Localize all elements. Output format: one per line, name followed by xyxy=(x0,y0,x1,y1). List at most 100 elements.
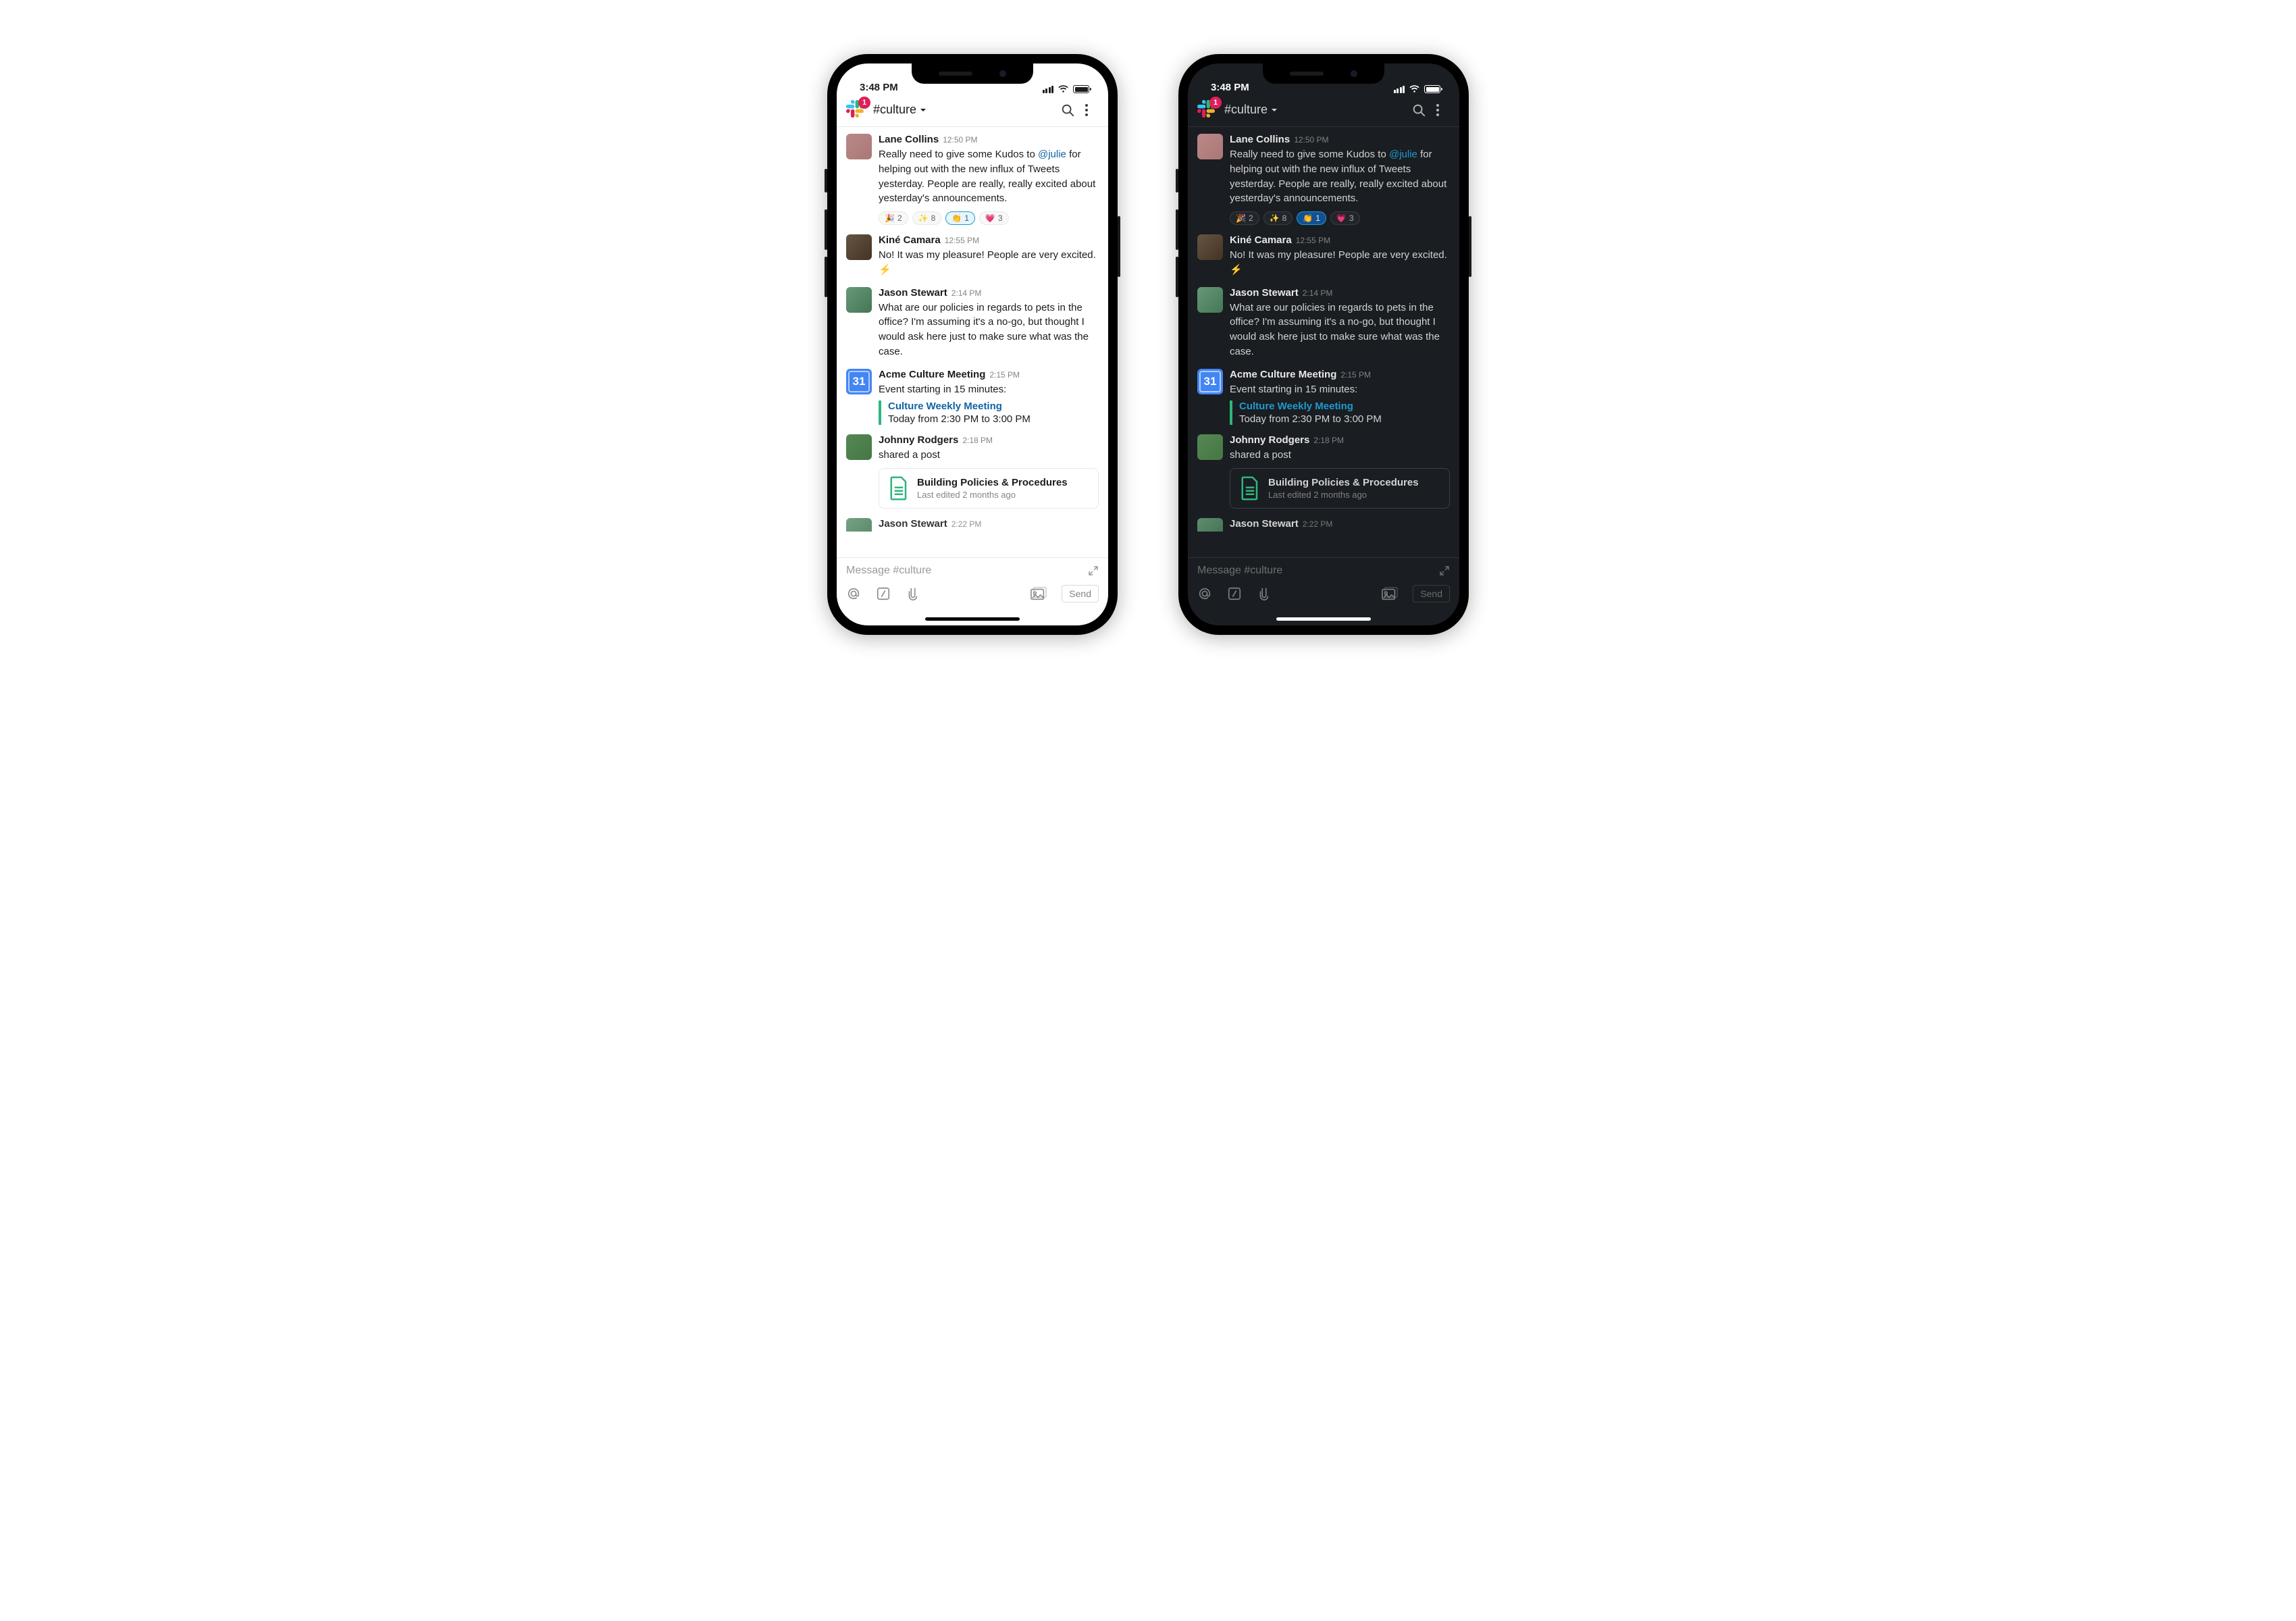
reaction[interactable]: ✨8 xyxy=(912,211,942,225)
timestamp: 2:22 PM xyxy=(1303,519,1333,529)
reaction[interactable]: 🎉2 xyxy=(1230,211,1259,225)
expand-icon[interactable] xyxy=(1088,565,1099,576)
battery-icon xyxy=(1073,85,1089,93)
attach-file-icon[interactable] xyxy=(906,586,920,601)
timestamp: 2:22 PM xyxy=(951,519,982,529)
message-list[interactable]: Lane Collins12:50 PM Really need to give… xyxy=(837,127,1108,557)
timestamp: 2:15 PM xyxy=(989,370,1020,380)
send-button[interactable]: Send xyxy=(1413,585,1450,602)
message[interactable]: 31 Acme Culture Meeting2:15 PM Event sta… xyxy=(846,369,1099,426)
expand-icon[interactable] xyxy=(1439,565,1450,576)
photo-icon[interactable] xyxy=(1382,586,1398,601)
avatar[interactable] xyxy=(1197,234,1223,260)
message-body: shared a post xyxy=(1230,448,1450,463)
channel-name[interactable]: #culture xyxy=(873,103,1053,117)
message[interactable]: Lane Collins12:50 PM Really need to give… xyxy=(846,134,1099,225)
message[interactable]: Jason Stewart 2:22 PM xyxy=(846,518,1099,532)
composer: Message #culture Send xyxy=(837,557,1108,625)
message[interactable]: Jason Stewart2:22 PM xyxy=(1197,518,1450,532)
app-avatar-calendar[interactable]: 31 xyxy=(846,369,872,394)
message-body: What are our policies in regards to pets… xyxy=(879,301,1099,359)
timestamp: 2:18 PM xyxy=(1313,436,1344,445)
mention-icon[interactable] xyxy=(1197,586,1212,601)
avatar[interactable] xyxy=(846,234,872,260)
event-attachment[interactable]: Culture Weekly Meeting Today from 2:30 P… xyxy=(879,401,1099,425)
reaction[interactable]: 🎉2 xyxy=(879,211,908,225)
message[interactable]: Johnny Rodgers2:18 PM shared a post Buil… xyxy=(1197,434,1450,509)
search-icon[interactable] xyxy=(1411,103,1427,118)
message[interactable]: Jason Stewart2:14 PM What are our polici… xyxy=(846,287,1099,359)
avatar[interactable] xyxy=(1197,518,1223,532)
avatar[interactable] xyxy=(846,134,872,159)
message-input[interactable]: Message #culture xyxy=(846,565,931,577)
message[interactable]: Kiné Camara12:55 PM No! It was my pleasu… xyxy=(846,234,1099,278)
app-avatar-calendar[interactable]: 31 xyxy=(1197,369,1223,394)
wifi-icon xyxy=(1058,85,1069,93)
reaction-selected[interactable]: 👏1 xyxy=(945,211,975,225)
battery-icon xyxy=(1424,85,1440,93)
message[interactable]: Johnny Rodgers2:18 PM shared a post Buil… xyxy=(846,434,1099,509)
cell-signal-icon xyxy=(1043,86,1054,93)
home-indicator[interactable] xyxy=(925,617,1020,621)
more-menu-icon[interactable] xyxy=(1082,101,1099,119)
reactions: 🎉2 ✨8 👏1 💗3 xyxy=(879,211,1099,225)
hw-vol-up xyxy=(1176,209,1178,250)
mention[interactable]: @julie xyxy=(1038,149,1066,160)
mention[interactable]: @julie xyxy=(1389,149,1417,160)
channel-header: 1 #culture xyxy=(1188,93,1459,127)
reaction-selected[interactable]: 👏1 xyxy=(1297,211,1326,225)
hw-power xyxy=(1118,216,1120,277)
screen-dark: 3:48 PM 1 #culture Lane Co xyxy=(1188,63,1459,625)
reaction[interactable]: ✨8 xyxy=(1263,211,1293,225)
home-indicator[interactable] xyxy=(1276,617,1371,621)
channel-name[interactable]: #culture xyxy=(1224,103,1404,117)
message[interactable]: Lane Collins 12:50 PM Really need to give… xyxy=(1197,134,1450,225)
attach-file-icon[interactable] xyxy=(1257,586,1272,601)
post-attachment[interactable]: Building Policies & Procedures Last edit… xyxy=(879,468,1099,509)
notch xyxy=(912,63,1033,84)
post-attachment[interactable]: Building Policies & Procedures Last edit… xyxy=(1230,468,1450,509)
phone-dark: 3:48 PM 1 #culture Lane Co xyxy=(1178,54,1469,635)
message[interactable]: 31 Acme Culture Meeting2:15 PM Event sta… xyxy=(1197,369,1450,426)
avatar[interactable] xyxy=(846,518,872,532)
event-time: Today from 2:30 PM to 3:00 PM xyxy=(1239,413,1450,425)
phone-light: 3:48 PM 1 #culture Lane Co xyxy=(827,54,1118,635)
photo-icon[interactable] xyxy=(1030,586,1047,601)
avatar[interactable] xyxy=(846,287,872,313)
avatar[interactable] xyxy=(1197,287,1223,313)
more-menu-icon[interactable] xyxy=(1434,101,1450,119)
message-body: What are our policies in regards to pets… xyxy=(1230,301,1450,359)
hw-mute-switch xyxy=(825,169,827,192)
timestamp: 2:18 PM xyxy=(962,436,993,445)
reactions: 🎉2 ✨8 👏1 💗3 xyxy=(1230,211,1450,225)
send-button[interactable]: Send xyxy=(1062,585,1099,602)
avatar[interactable] xyxy=(846,434,872,460)
sender-name: Jason Stewart xyxy=(879,518,947,530)
slash-command-icon[interactable] xyxy=(1227,586,1242,601)
search-icon[interactable] xyxy=(1060,103,1076,118)
timestamp: 12:55 PM xyxy=(945,236,979,245)
message[interactable]: Kiné Camara12:55 PM No! It was my pleasu… xyxy=(1197,234,1450,278)
slash-command-icon[interactable] xyxy=(876,586,891,601)
reaction[interactable]: 💗3 xyxy=(979,211,1009,225)
event-attachment[interactable]: Culture Weekly Meeting Today from 2:30 P… xyxy=(1230,401,1450,425)
message[interactable]: Jason Stewart2:14 PM What are our polici… xyxy=(1197,287,1450,359)
sender-name: Lane Collins xyxy=(1230,134,1290,145)
message-input[interactable]: Message #culture xyxy=(1197,565,1282,577)
event-time: Today from 2:30 PM to 3:00 PM xyxy=(888,413,1099,425)
reaction[interactable]: 💗3 xyxy=(1330,211,1360,225)
sender-name: Kiné Camara xyxy=(1230,234,1292,246)
mention-icon[interactable] xyxy=(846,586,861,601)
avatar[interactable] xyxy=(1197,434,1223,460)
message-body: shared a post xyxy=(879,448,1099,463)
message-body: Really need to give some Kudos to @julie… xyxy=(1230,147,1450,206)
workspace-switcher[interactable]: 1 xyxy=(846,100,866,120)
attachment-title: Building Policies & Procedures xyxy=(1268,477,1419,488)
timestamp: 12:50 PM xyxy=(1294,135,1328,145)
hw-mute-switch xyxy=(1176,169,1178,192)
event-title: Culture Weekly Meeting xyxy=(1239,401,1450,412)
avatar[interactable] xyxy=(1197,134,1223,159)
event-title: Culture Weekly Meeting xyxy=(888,401,1099,412)
workspace-switcher[interactable]: 1 xyxy=(1197,100,1218,120)
message-list[interactable]: Lane Collins 12:50 PM Really need to give… xyxy=(1188,127,1459,557)
